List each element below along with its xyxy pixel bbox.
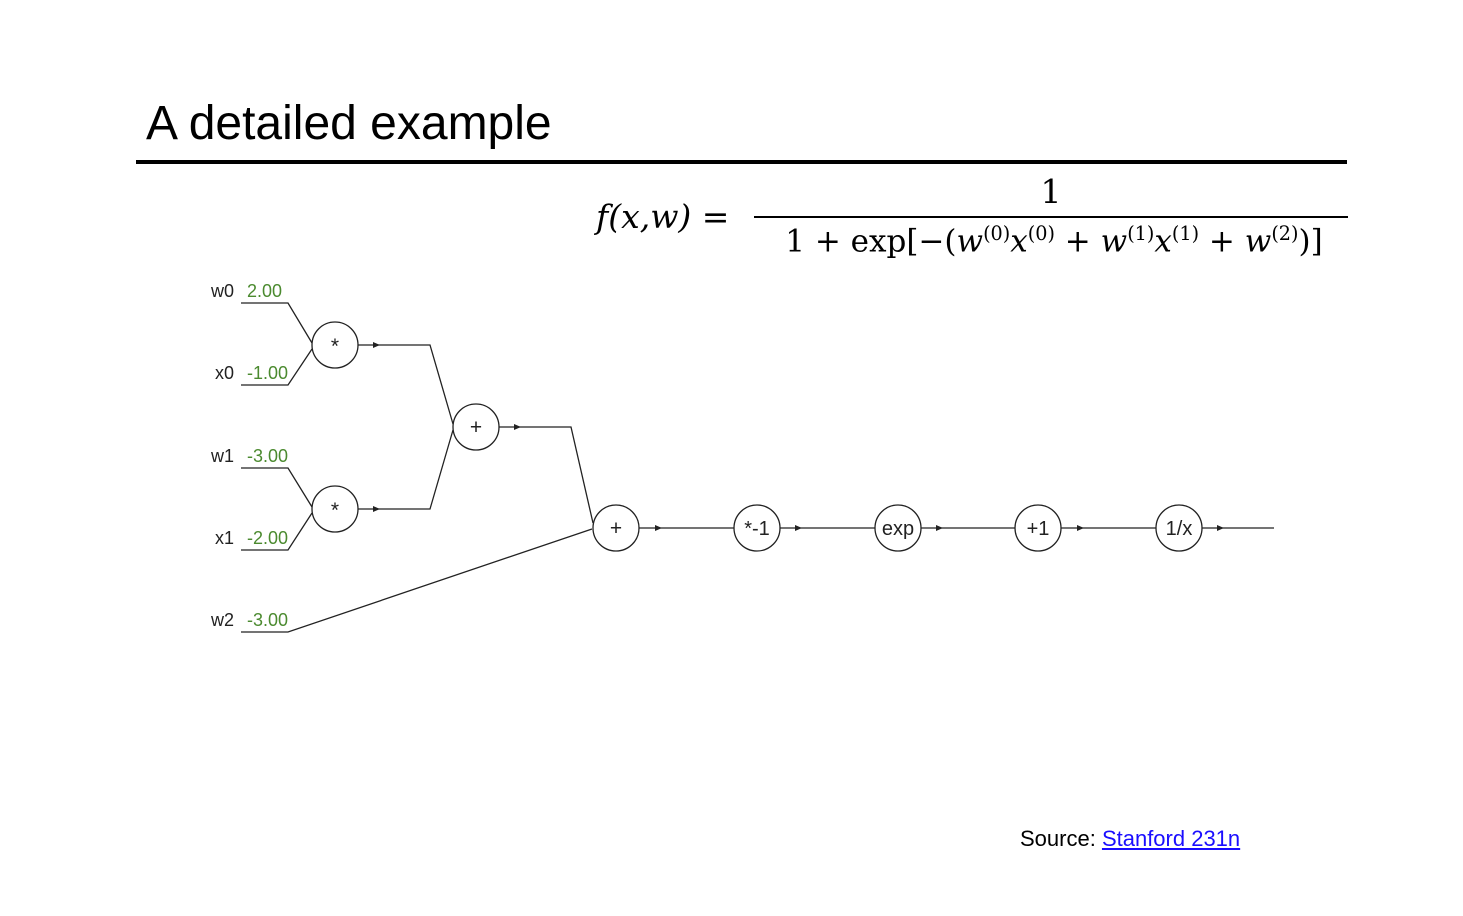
input-name-w2: w2 [210,610,234,630]
input-value-w0: 2.00 [247,281,282,301]
arrowhead [373,342,380,348]
input-labels: w0 2.00 x0 -1.00 w1 -3.00 x1 -2.00 w2 -3… [210,281,288,630]
source-label: Source: [1020,826,1102,851]
arrowhead [936,525,943,531]
node-recip: 1/x [1155,504,1203,552]
arrowhead [373,506,380,512]
wire-w1-to-mul1 [241,467,313,508]
input-value-w2: -3.00 [247,610,288,630]
input-wires [241,302,593,633]
node-label: + [470,416,482,439]
node-add1: + [592,504,640,552]
node-label: 1/x [1166,518,1193,540]
input-name-x0: x0 [215,363,234,383]
input-value-x0: -1.00 [247,363,288,383]
node-mul1: * [311,485,359,533]
node-label: exp [882,518,914,540]
wire-add0-to-add1 [499,426,594,524]
input-value-x1: -2.00 [247,528,288,548]
input-name-w0: w0 [210,281,234,301]
input-name-x1: x1 [215,528,234,548]
arrowheads [373,342,1224,531]
arrowhead [1077,525,1084,531]
arrowhead [1217,525,1224,531]
node-neg: *-1 [733,504,781,552]
wire-mul1-to-add0 [358,429,454,510]
node-add0: + [452,403,500,451]
arrowhead [514,424,521,430]
node-label: +1 [1027,518,1050,540]
node-label: * [331,499,339,522]
node-mul0: * [311,321,359,369]
source-link[interactable]: Stanford 231n [1102,826,1240,851]
input-value-w1: -3.00 [247,446,288,466]
node-label: *-1 [744,518,770,540]
arrowhead [795,525,802,531]
wire-mul0-to-add0 [358,344,454,425]
node-label: + [610,517,622,540]
node-plus1: +1 [1014,504,1062,552]
source-citation: Source: Stanford 231n [1020,826,1240,852]
wire-w0-to-mul0 [241,302,313,344]
node-label: * [331,335,339,358]
input-name-w1: w1 [210,446,234,466]
wire-w2-to-add1 [241,528,593,633]
arrowhead [655,525,662,531]
computational-graph: w0 2.00 x0 -1.00 w1 -3.00 x1 -2.00 w2 -3… [210,281,1274,633]
node-exp: exp [874,504,922,552]
